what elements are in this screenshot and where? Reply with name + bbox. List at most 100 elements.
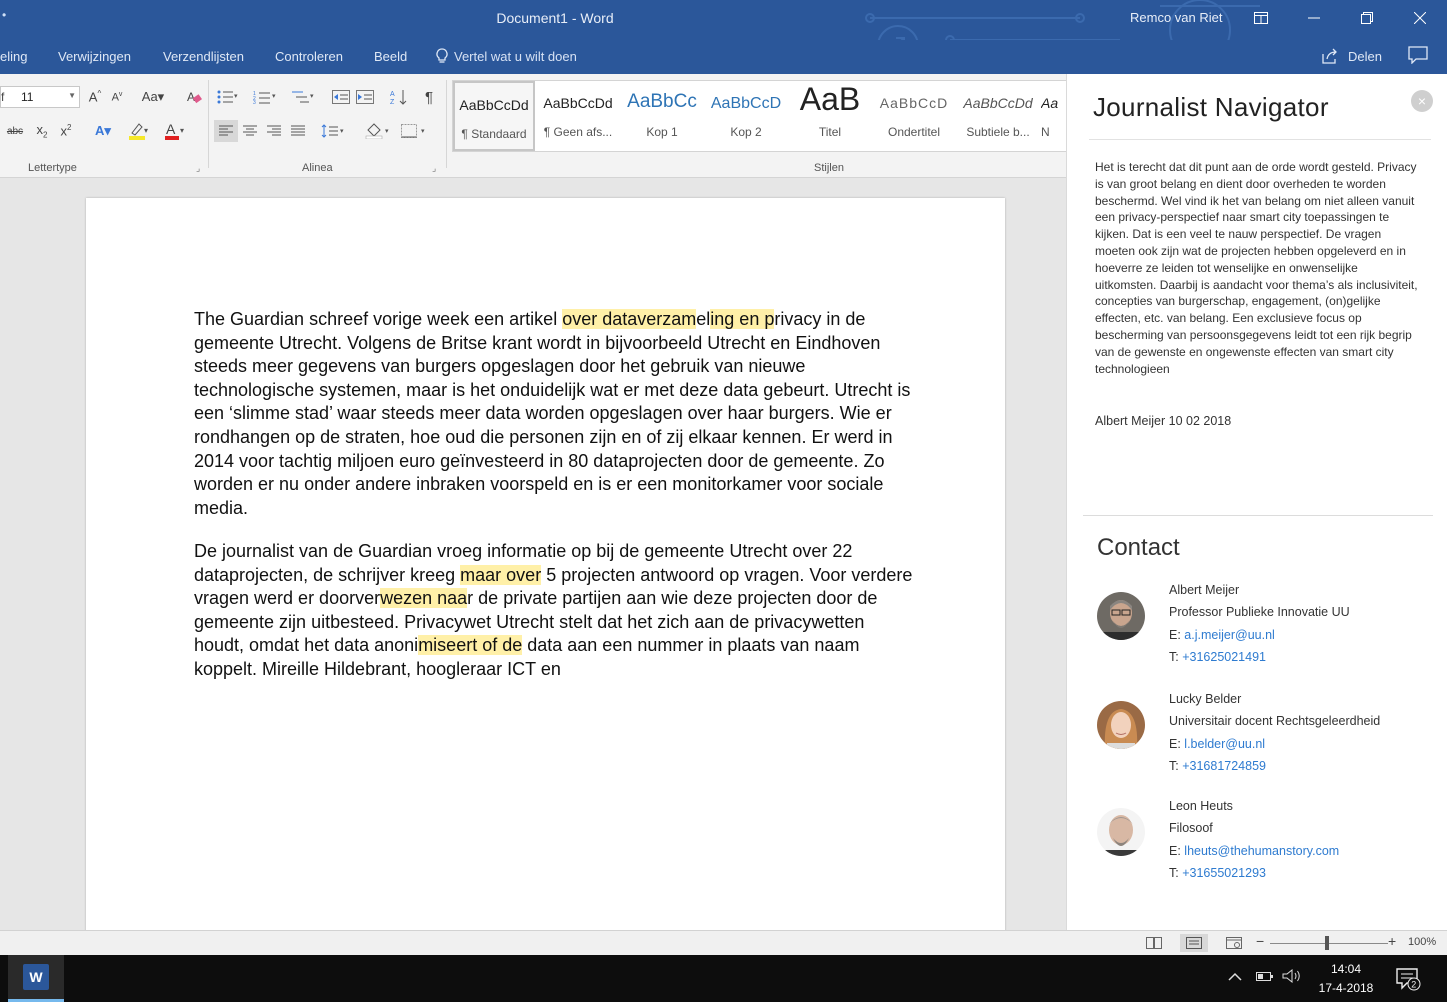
battery-button[interactable] xyxy=(1256,969,1274,985)
close-button[interactable] xyxy=(1397,0,1443,36)
subscript-button[interactable]: x2 xyxy=(32,120,52,142)
battery-icon xyxy=(1256,972,1273,981)
speaker-icon xyxy=(1282,968,1300,984)
print-layout-icon xyxy=(1186,937,1202,949)
tab-verwijzingen[interactable]: Verwijzingen xyxy=(58,49,131,64)
paragraph-1[interactable]: The Guardian schreef vorige week een art… xyxy=(194,308,914,520)
borders-button[interactable]: ▾ xyxy=(398,120,432,142)
read-mode-button[interactable] xyxy=(1140,934,1168,952)
print-layout-button[interactable] xyxy=(1180,934,1208,952)
line-spacing-button[interactable]: ▾ xyxy=(318,120,350,142)
multilevel-list-button[interactable]: ▾ xyxy=(288,86,318,108)
style-subtiele-benadrukking[interactable]: AaBbCcDd Subtiele b... xyxy=(957,81,1039,151)
comments-button[interactable] xyxy=(1408,46,1428,67)
borders-icon: ▾ xyxy=(401,124,425,138)
contact-email-link[interactable]: a.j.meijer@uu.nl xyxy=(1184,628,1275,642)
align-left-icon xyxy=(219,125,233,136)
volume-button[interactable] xyxy=(1282,968,1302,986)
zoom-out-button[interactable]: − xyxy=(1256,933,1264,949)
style-geen-afstand[interactable]: AaBbCcDd ¶ Geen afs... xyxy=(537,81,619,151)
paragraph-2[interactable]: De journalist van de Guardian vroeg info… xyxy=(194,540,914,682)
contact-email-link[interactable]: l.belder@uu.nl xyxy=(1184,737,1265,751)
change-case-button[interactable]: Aa▾ xyxy=(138,86,168,108)
tell-me-box[interactable]: Vertel wat u wilt doen xyxy=(436,48,577,64)
style-name: Titel xyxy=(818,125,842,139)
grow-font-icon: A^ xyxy=(88,89,102,105)
system-clock[interactable]: 14:04 17-4-2018 xyxy=(1310,960,1382,998)
ribbon-display-options-button[interactable] xyxy=(1238,0,1284,36)
share-label: Delen xyxy=(1348,48,1382,64)
font-color-button[interactable]: A ▾ xyxy=(158,120,192,142)
text-effects-button[interactable]: A▾ xyxy=(88,120,118,142)
avatar xyxy=(1097,592,1145,640)
pane-close-button[interactable]: × xyxy=(1411,90,1433,112)
person-photo-icon xyxy=(1097,701,1145,749)
tab-beeld[interactable]: Beeld xyxy=(374,49,407,64)
svg-text:3: 3 xyxy=(253,100,256,104)
svg-text:▾: ▾ xyxy=(234,93,238,100)
align-right-button[interactable] xyxy=(262,120,286,142)
tab-opmaak[interactable]: eling xyxy=(0,49,27,64)
clock-time: 14:04 xyxy=(1330,962,1362,976)
strikethrough-button[interactable]: abc xyxy=(0,120,30,142)
font-dialog-launcher-icon[interactable]: ⌟ xyxy=(196,163,200,174)
line-spacing-icon: ▾ xyxy=(321,124,344,138)
minimize-button[interactable] xyxy=(1291,0,1337,36)
clear-formatting-button[interactable]: A xyxy=(182,86,206,108)
group-label-font: Lettertype xyxy=(28,162,77,174)
contact-name: Lucky Belder xyxy=(1169,692,1242,706)
zoom-slider-thumb[interactable] xyxy=(1325,936,1329,950)
style-ondertitel[interactable]: AaBbCcD Ondertitel xyxy=(873,81,955,151)
contact-phone-link[interactable]: +31681724859 xyxy=(1182,759,1266,773)
shrink-font-button[interactable]: Av xyxy=(108,86,126,108)
style-nadruk[interactable]: Aa N xyxy=(1041,81,1066,151)
title-bar: • Document1 - Word Remco van Riet xyxy=(0,0,1447,40)
style-kop-2[interactable]: AaBbCcD Kop 2 xyxy=(705,81,787,151)
highlight-color-button[interactable]: ▾ xyxy=(122,120,156,142)
contact-role: Filosoof xyxy=(1169,821,1213,835)
word-app-icon: W xyxy=(23,964,49,990)
restore-button[interactable] xyxy=(1344,0,1390,36)
notification-icon: 2 xyxy=(1396,968,1421,991)
sort-button[interactable]: AZ xyxy=(388,86,410,108)
contact-email-link[interactable]: lheuts@thehumanstory.com xyxy=(1184,844,1339,858)
clock-date: 17-4-2018 xyxy=(1318,981,1374,995)
shading-button[interactable]: ▾ xyxy=(362,120,396,142)
show-hidden-icons-button[interactable] xyxy=(1228,969,1242,985)
decrease-indent-button[interactable] xyxy=(330,86,352,108)
bullets-button[interactable]: ▾ xyxy=(214,86,242,108)
zoom-slider[interactable] xyxy=(1270,943,1388,944)
grow-font-button[interactable]: A^ xyxy=(86,86,104,108)
increase-indent-button[interactable] xyxy=(354,86,376,108)
justify-button[interactable] xyxy=(286,120,310,142)
superscript-button[interactable]: x2 xyxy=(56,120,76,142)
text-run: el xyxy=(696,309,711,329)
font-size-select[interactable]: f 11 ▼ xyxy=(0,86,80,108)
tab-verzendlijsten[interactable]: Verzendlijsten xyxy=(163,49,244,64)
contact-phone-link[interactable]: +31625021491 xyxy=(1182,650,1266,664)
taskbar-word-button[interactable]: W xyxy=(8,955,64,1002)
style-titel[interactable]: AaB Titel xyxy=(789,81,871,151)
style-standaard[interactable]: AaBbCcDd ¶ Standaard xyxy=(453,81,535,151)
tab-controleren[interactable]: Controleren xyxy=(275,49,343,64)
eraser-icon: A xyxy=(187,90,202,104)
document-page[interactable]: The Guardian schreef vorige week een art… xyxy=(86,198,1005,930)
action-center-button[interactable]: 2 xyxy=(1396,967,1422,996)
contact-name: Leon Heuts xyxy=(1169,799,1233,813)
share-button[interactable]: Delen xyxy=(1322,48,1382,64)
svg-text:A: A xyxy=(166,122,176,137)
user-name[interactable]: Remco van Riet xyxy=(1130,10,1222,25)
align-left-button[interactable] xyxy=(214,120,238,142)
web-layout-button[interactable] xyxy=(1220,934,1248,952)
highlighted-text: maar over xyxy=(460,564,542,585)
zoom-in-button[interactable]: + xyxy=(1388,933,1396,949)
style-kop-1[interactable]: AaBbCc Kop 1 xyxy=(621,81,703,151)
zoom-level[interactable]: 100% xyxy=(1408,936,1436,948)
align-center-button[interactable] xyxy=(238,120,262,142)
show-formatting-button[interactable]: ¶ xyxy=(418,86,440,108)
contact-phone-link[interactable]: +31655021293 xyxy=(1182,866,1266,880)
restore-icon xyxy=(1361,12,1373,24)
email-label: E: xyxy=(1169,628,1181,642)
numbering-button[interactable]: 1 2 3 ▾ xyxy=(250,86,280,108)
paragraph-dialog-launcher-icon[interactable]: ⌟ xyxy=(432,163,436,174)
